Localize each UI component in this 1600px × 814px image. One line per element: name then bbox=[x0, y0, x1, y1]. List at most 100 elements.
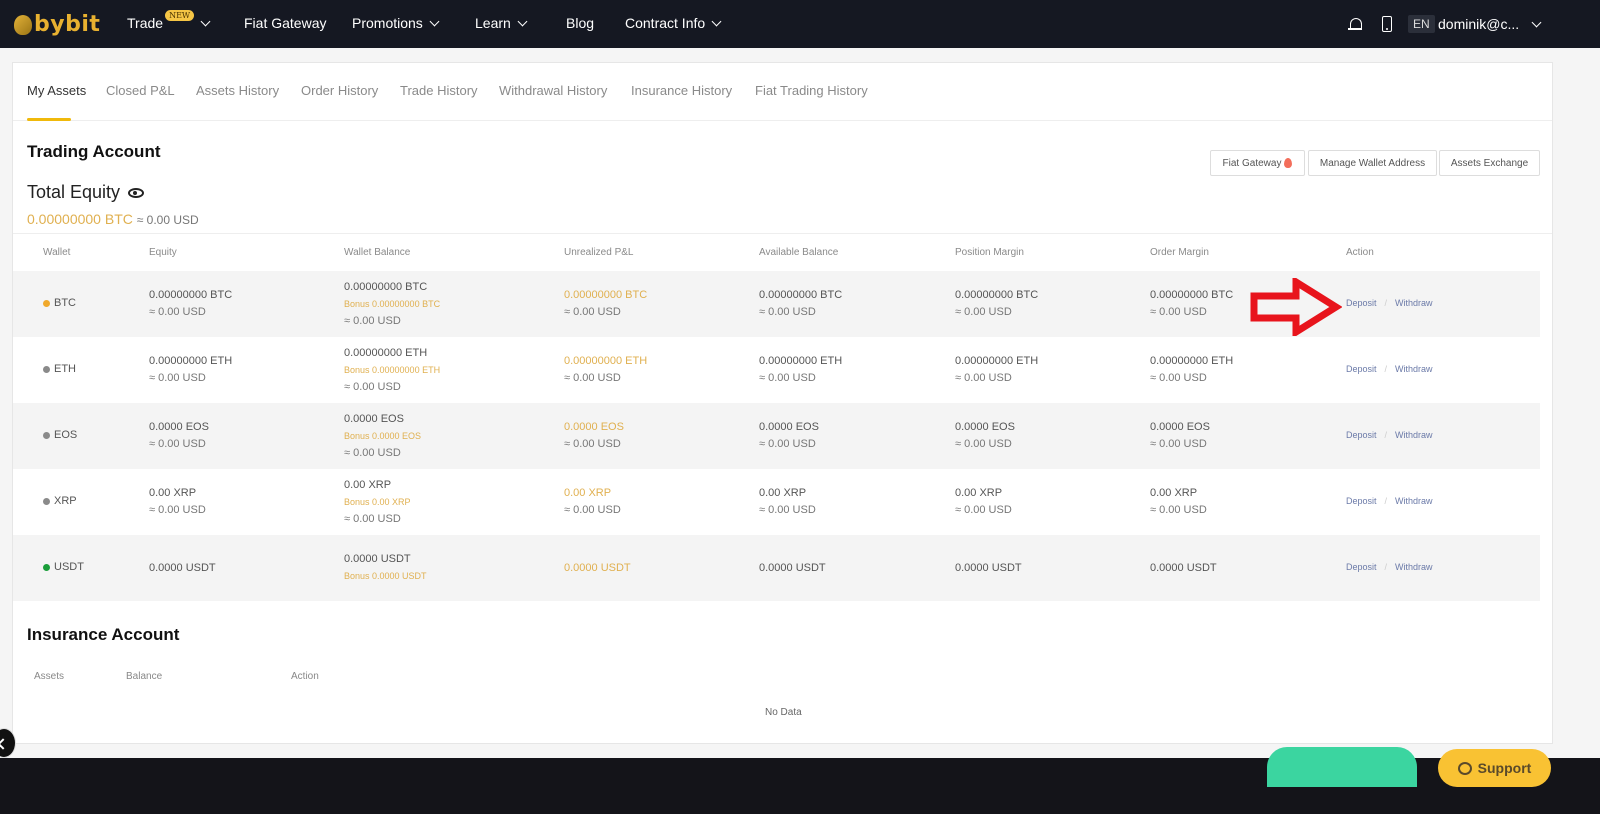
cell-upnl: 0.00000000 BTC ≈ 0.00 USD bbox=[564, 287, 647, 321]
chat-bubble-icon bbox=[1457, 761, 1472, 775]
cell-usd: ≈ 0.00 USD bbox=[149, 306, 206, 318]
chevron-down-icon bbox=[711, 16, 722, 26]
cell-value: 0.00000000 ETH bbox=[344, 347, 428, 359]
cell-pos: 0.00000000 ETH ≈ 0.00 USD bbox=[955, 353, 1038, 387]
logo-text: bybit bbox=[34, 12, 101, 37]
cell-value: 0.0000 USDT bbox=[955, 562, 1022, 574]
total-equity-usd: ≈ 0.00 USD bbox=[136, 213, 199, 227]
coin-name: XRP bbox=[54, 495, 77, 507]
nav-fiat-gateway[interactable]: Fiat Gateway bbox=[244, 15, 326, 31]
action-separator: / bbox=[1384, 298, 1388, 308]
cell-pos: 0.00 XRP ≈ 0.00 USD bbox=[955, 485, 1012, 519]
cell-value: 0.0000 EOS bbox=[149, 421, 209, 433]
deposit-link[interactable]: Deposit bbox=[1346, 298, 1377, 308]
column-header: Wallet Balance bbox=[344, 247, 411, 258]
cell-bonus: Bonus 0.00000000 ETH bbox=[344, 365, 441, 375]
table-row: EOS 0.0000 EOS ≈ 0.00 USD 0.0000 EOS Bonus 0… bbox=[13, 403, 1540, 469]
row-actions: Deposit / Withdraw bbox=[1346, 364, 1433, 374]
language-selector[interactable]: EN bbox=[1408, 0, 1435, 48]
manage-wallet-button-label: Manage Wallet Address bbox=[1319, 157, 1426, 169]
cell-usd: ≈ 0.00 USD bbox=[955, 438, 1012, 450]
assets-exchange-button[interactable]: Assets Exchange bbox=[1439, 150, 1540, 176]
tab-trade-history[interactable]: Trade History bbox=[400, 83, 478, 98]
language-badge: EN bbox=[1408, 15, 1435, 33]
wallet-coin: BTC bbox=[43, 297, 76, 309]
column-header: Order Margin bbox=[1150, 247, 1209, 258]
cell-usd: ≈ 0.00 USD bbox=[1150, 372, 1207, 384]
cell-order: 0.0000 USDT bbox=[1150, 560, 1217, 577]
tab-fiat-trading-history[interactable]: Fiat Trading History bbox=[755, 83, 868, 98]
withdraw-link[interactable]: Withdraw bbox=[1395, 562, 1433, 572]
assets-tabs: My Assets Closed P&L Assets History Orde… bbox=[13, 63, 1552, 121]
column-header: Action bbox=[291, 671, 319, 682]
coin-name: BTC bbox=[54, 297, 76, 309]
cell-value: 0.0000 USDT bbox=[149, 562, 216, 574]
withdraw-link[interactable]: Withdraw bbox=[1395, 298, 1433, 308]
nav-learn-label: Learn bbox=[475, 15, 511, 31]
cell-value: 0.00000000 ETH bbox=[564, 355, 648, 367]
tab-assets-history[interactable]: Assets History bbox=[196, 83, 279, 98]
tab-withdrawal-history[interactable]: Withdrawal History bbox=[499, 83, 607, 98]
notifications-button[interactable] bbox=[1348, 0, 1362, 48]
mobile-icon bbox=[1382, 16, 1392, 32]
annotation-arrow-icon bbox=[1250, 278, 1342, 336]
nav-contract-info[interactable]: Contract Info bbox=[625, 15, 722, 31]
nav-contract-info-label: Contract Info bbox=[625, 15, 706, 31]
total-equity-btc: 0.00000000 BTC bbox=[27, 211, 133, 227]
bybit-logo[interactable]: bybit bbox=[14, 12, 100, 37]
withdraw-link[interactable]: Withdraw bbox=[1395, 364, 1433, 374]
cell-avail: 0.0000 EOS ≈ 0.00 USD bbox=[759, 419, 819, 453]
deposit-link[interactable]: Deposit bbox=[1346, 430, 1377, 440]
cell-usd: ≈ 0.00 USD bbox=[759, 372, 816, 384]
support-label: Support bbox=[1477, 760, 1532, 776]
deposit-link[interactable]: Deposit bbox=[1346, 496, 1377, 506]
nav-learn[interactable]: Learn bbox=[475, 15, 528, 31]
cell-usd: ≈ 0.00 USD bbox=[149, 372, 206, 384]
wallet-coin: XRP bbox=[43, 495, 77, 507]
no-data-message: No Data bbox=[765, 707, 802, 718]
tab-insurance-history[interactable]: Insurance History bbox=[631, 83, 732, 98]
cell-usd: ≈ 0.00 USD bbox=[1150, 306, 1207, 318]
cell-value: 0.00000000 ETH bbox=[955, 355, 1039, 367]
nav-blog-label: Blog bbox=[566, 15, 595, 31]
cell-value: 0.00000000 BTC bbox=[149, 289, 233, 301]
cell-order: 0.00000000 ETH ≈ 0.00 USD bbox=[1150, 353, 1233, 387]
cell-usd: ≈ 0.00 USD bbox=[759, 504, 816, 516]
withdraw-link[interactable]: Withdraw bbox=[1395, 430, 1433, 440]
nav-blog[interactable]: Blog bbox=[566, 15, 594, 31]
tab-order-history[interactable]: Order History bbox=[301, 83, 378, 98]
support-button[interactable]: Support bbox=[1438, 749, 1551, 787]
cell-upnl: 0.00 XRP ≈ 0.00 USD bbox=[564, 485, 621, 519]
mobile-app-button[interactable] bbox=[1382, 0, 1392, 48]
manage-wallet-address-button[interactable]: Manage Wallet Address bbox=[1308, 150, 1437, 176]
tab-my-assets[interactable]: My Assets bbox=[27, 83, 86, 98]
cell-value: 0.0000 EOS bbox=[955, 421, 1015, 433]
row-actions: Deposit / Withdraw bbox=[1346, 562, 1433, 572]
cell-value: 0.0000 EOS bbox=[759, 421, 819, 433]
user-menu[interactable]: dominik@c... bbox=[1438, 0, 1542, 48]
nav-trade[interactable]: Trade NEW bbox=[127, 9, 211, 31]
nav-promotions[interactable]: Promotions bbox=[352, 15, 440, 31]
coin-name: EOS bbox=[54, 429, 78, 441]
cell-upnl: 0.00000000 ETH ≈ 0.00 USD bbox=[564, 353, 647, 387]
deposit-link[interactable]: Deposit bbox=[1346, 562, 1377, 572]
cell-value: 0.00000000 BTC bbox=[344, 281, 428, 293]
coin-dot-icon bbox=[43, 299, 50, 307]
table-row: USDT 0.0000 USDT 0.0000 USDT Bonus 0.0000 U… bbox=[13, 535, 1540, 601]
cell-avail: 0.00000000 ETH ≈ 0.00 USD bbox=[759, 353, 842, 387]
fiat-gateway-button[interactable]: Fiat Gateway bbox=[1210, 150, 1305, 176]
trading-account-title: Trading Account bbox=[27, 142, 161, 161]
eye-icon[interactable] bbox=[128, 187, 145, 198]
green-floating-button[interactable] bbox=[1267, 747, 1417, 787]
tab-closed-pnl[interactable]: Closed P&L bbox=[106, 83, 175, 98]
cell-order: 0.00000000 BTC ≈ 0.00 USD bbox=[1150, 287, 1233, 321]
user-email: dominik@c... bbox=[1438, 16, 1520, 32]
cell-bonus: Bonus 0.00 XRP bbox=[344, 497, 411, 507]
cell-value: 0.00000000 ETH bbox=[149, 355, 233, 367]
withdraw-link[interactable]: Withdraw bbox=[1395, 496, 1433, 506]
cell-value: 0.0000 EOS bbox=[344, 413, 404, 425]
action-separator: / bbox=[1384, 364, 1388, 374]
action-separator: / bbox=[1384, 496, 1388, 506]
deposit-link[interactable]: Deposit bbox=[1346, 364, 1377, 374]
cell-value: 0.00 XRP bbox=[759, 487, 807, 499]
